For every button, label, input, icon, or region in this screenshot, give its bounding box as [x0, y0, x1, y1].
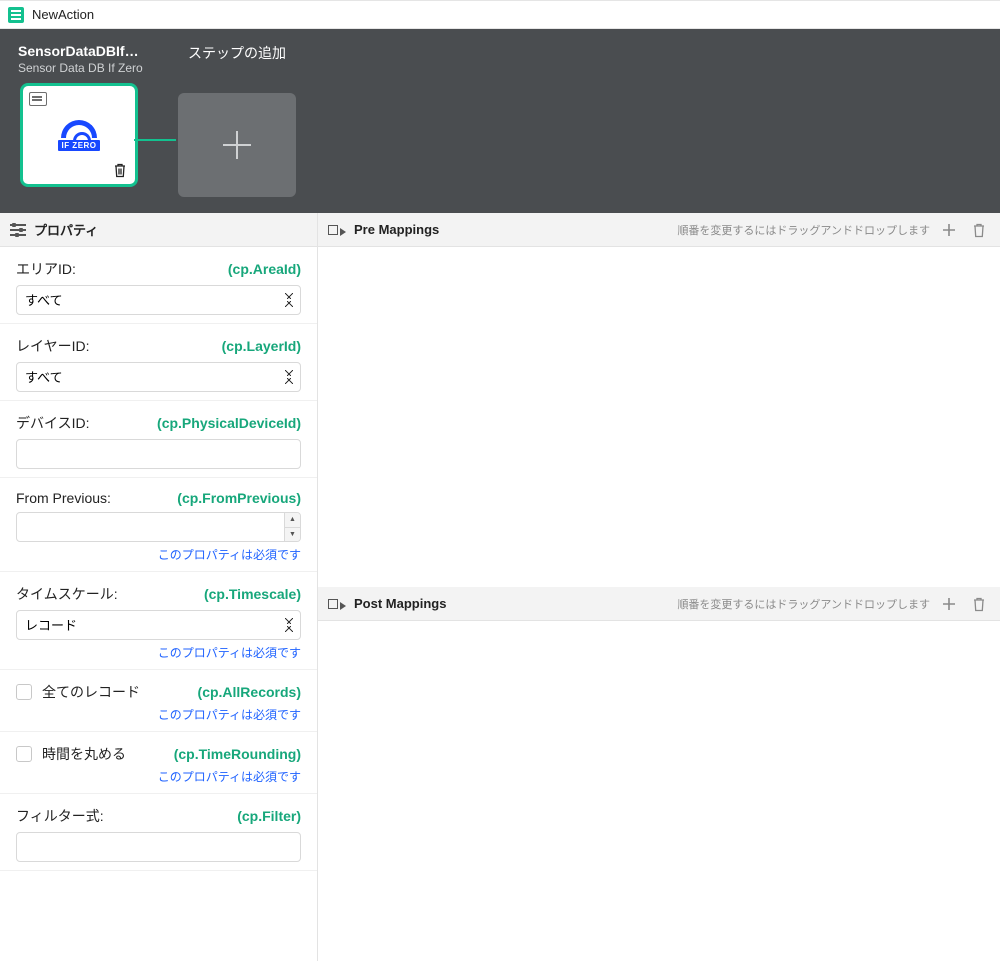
field-area: エリアID: (cp.AreaId) すべて	[0, 247, 317, 324]
timerounding-required: このプロパティは必須です	[16, 768, 301, 785]
area-select[interactable]: すべて	[16, 285, 301, 315]
pre-mappings-hint: 順番を変更するにはドラッグアンドドロップします	[677, 222, 930, 238]
allrecords-label: 全てのレコード	[42, 682, 140, 702]
mappings-panel: Pre Mappings 順番を変更するにはドラッグアンドドロップします Pos…	[318, 213, 1000, 961]
mapping-icon	[328, 223, 346, 237]
timescale-label: タイムスケール:	[16, 584, 118, 604]
window-title: NewAction	[32, 7, 94, 22]
layer-label: レイヤーID:	[16, 336, 89, 356]
step-node[interactable]: IF ZERO	[20, 83, 138, 187]
timescale-select[interactable]: レコード	[16, 610, 301, 640]
properties-title: プロパティ	[34, 220, 98, 239]
app-window: NewAction SensorDataDBIf… Sensor Data DB…	[0, 0, 1000, 961]
filter-label: フィルター式:	[16, 806, 104, 826]
pre-mapping-add-button[interactable]	[938, 219, 960, 241]
field-timerounding: 時間を丸める (cp.TimeRounding) このプロパティは必須です	[0, 732, 317, 794]
pre-mappings-title: Pre Mappings	[354, 222, 439, 237]
post-mappings-section: Post Mappings 順番を変更するにはドラッグアンドドロップします	[318, 587, 1000, 961]
properties-panel: プロパティ エリアID: (cp.AreaId) すべて レイヤーID: (cp…	[0, 213, 318, 961]
datasource-icon	[29, 92, 47, 106]
post-mappings-title: Post Mappings	[354, 596, 446, 611]
delete-node-button[interactable]	[113, 162, 127, 178]
flow-canvas: SensorDataDBIf… Sensor Data DB If Zero I…	[0, 29, 1000, 213]
node-subtitle: Sensor Data DB If Zero	[18, 61, 140, 75]
node-title: SensorDataDBIf…	[18, 43, 140, 59]
add-step-label: ステップの追加	[188, 43, 286, 63]
allrecords-required: このプロパティは必須です	[16, 706, 301, 723]
field-layer: レイヤーID: (cp.LayerId) すべて	[0, 324, 317, 401]
field-device: デバイスID: (cp.PhysicalDeviceId)	[0, 401, 317, 478]
post-mapping-add-button[interactable]	[938, 593, 960, 615]
filter-input[interactable]	[16, 832, 301, 862]
function-icon: IF ZERO	[58, 120, 99, 151]
layer-select[interactable]: すべて	[16, 362, 301, 392]
pre-mappings-body	[318, 247, 1000, 587]
timerounding-label: 時間を丸める	[42, 744, 126, 764]
plus-icon	[941, 222, 957, 238]
field-timescale: タイムスケール: (cp.Timescale) レコード このプロパティは必須で…	[0, 572, 317, 670]
fromprev-cp: (cp.FromPrevious)	[177, 490, 301, 506]
node-column: SensorDataDBIf… Sensor Data DB If Zero I…	[18, 43, 140, 187]
properties-header: プロパティ	[0, 213, 317, 247]
timerounding-checkbox[interactable]	[16, 746, 32, 762]
area-cp: (cp.AreaId)	[228, 261, 301, 277]
post-mappings-hint: 順番を変更するにはドラッグアンドドロップします	[677, 596, 930, 612]
post-mappings-header: Post Mappings 順番を変更するにはドラッグアンドドロップします	[318, 587, 1000, 621]
device-cp: (cp.PhysicalDeviceId)	[157, 415, 301, 431]
fromprev-label: From Previous:	[16, 490, 111, 506]
fromprev-required: このプロパティは必須です	[16, 546, 301, 563]
field-allrecords: 全てのレコード (cp.AllRecords) このプロパティは必須です	[0, 670, 317, 732]
device-label: デバイスID:	[16, 413, 89, 433]
add-step-button[interactable]	[178, 93, 296, 197]
pre-mapping-delete-button[interactable]	[968, 219, 990, 241]
plus-icon	[941, 596, 957, 612]
trash-icon	[113, 162, 127, 178]
post-mappings-body	[318, 621, 1000, 961]
trash-icon	[971, 222, 987, 238]
connector-line	[134, 139, 176, 141]
device-input[interactable]	[16, 439, 301, 469]
add-column: ステップの追加	[176, 43, 298, 197]
fromprev-input[interactable]	[16, 512, 301, 542]
title-bar: NewAction	[0, 1, 1000, 29]
properties-scroll[interactable]: エリアID: (cp.AreaId) すべて レイヤーID: (cp.Layer…	[0, 247, 317, 961]
mapping-icon	[328, 597, 346, 611]
post-mapping-delete-button[interactable]	[968, 593, 990, 615]
timerounding-cp: (cp.TimeRounding)	[174, 746, 301, 762]
layer-cp: (cp.LayerId)	[222, 338, 301, 354]
timescale-cp: (cp.Timescale)	[204, 586, 301, 602]
timescale-required: このプロパティは必須です	[16, 644, 301, 661]
plus-icon	[223, 131, 251, 159]
filter-cp: (cp.Filter)	[237, 808, 301, 824]
trash-icon	[971, 596, 987, 612]
field-filter: フィルター式: (cp.Filter)	[0, 794, 317, 871]
pre-mappings-header: Pre Mappings 順番を変更するにはドラッグアンドドロップします	[318, 213, 1000, 247]
area-label: エリアID:	[16, 259, 76, 279]
fromprev-step-down[interactable]: ▼	[284, 528, 300, 542]
allrecords-checkbox[interactable]	[16, 684, 32, 700]
lower-split: プロパティ エリアID: (cp.AreaId) すべて レイヤーID: (cp…	[0, 213, 1000, 961]
app-logo-icon	[8, 7, 24, 23]
allrecords-cp: (cp.AllRecords)	[198, 684, 301, 700]
field-fromprevious: From Previous: (cp.FromPrevious) ▲ ▼ このプ…	[0, 478, 317, 572]
properties-icon	[10, 223, 26, 237]
pre-mappings-section: Pre Mappings 順番を変更するにはドラッグアンドドロップします	[318, 213, 1000, 587]
fromprev-step-up[interactable]: ▲	[284, 513, 300, 528]
